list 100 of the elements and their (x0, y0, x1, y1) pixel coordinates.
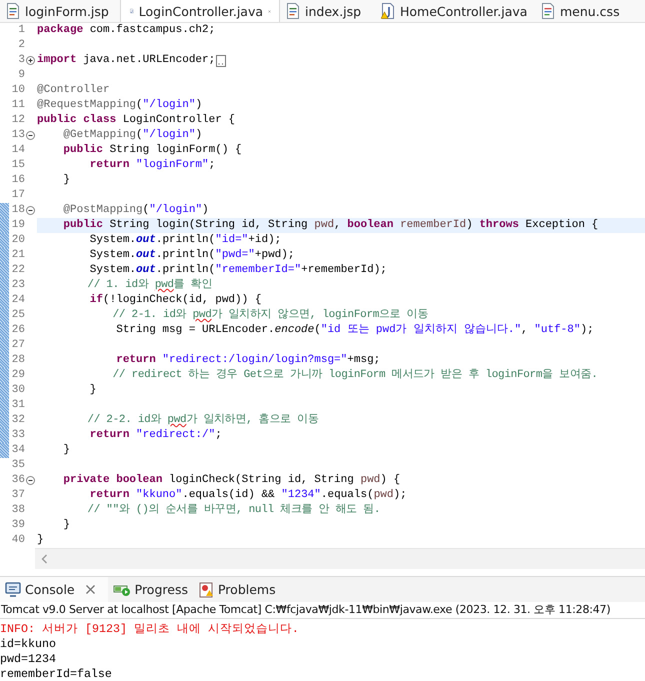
code-line: if(!loginCheck(id, pwd)) { (88, 293, 262, 308)
line-number: 38 (10, 503, 25, 518)
change-marker (0, 323, 9, 338)
line-number: 24 (10, 293, 25, 308)
line-number: 32 (10, 413, 25, 428)
line-number: 13 (10, 128, 25, 143)
line-number: 29 (10, 368, 25, 383)
code-line: // redirect 하는 경우 Get으로 가니까 loginForm 메서드가 받은 후 loginForm을 보여줌. (112, 368, 598, 383)
change-marker (0, 443, 9, 458)
change-marker (0, 233, 9, 248)
line-number: 26 (10, 323, 25, 338)
code-line: @GetMapping("/login") (62, 128, 202, 143)
code-line: } (62, 443, 70, 458)
close-icon[interactable] (84, 584, 96, 595)
code-line: return "kkuno".equals(id) && "1234".equals(pwd); (88, 488, 407, 503)
editor-tab[interactable]: LoginController.java (120, 0, 280, 22)
code-line: // 2-1. id와 pwd가 일치하지 않으면, loginForm으로 이동 (112, 308, 428, 323)
code-line: String msg = URLEncoder.encode("id 또는 pwd가 일치하지 않습니다.", "utf-8"); (115, 323, 594, 338)
change-marker (0, 248, 9, 263)
line-number: 10 (10, 83, 25, 98)
view-tab[interactable]: Problems (194, 577, 282, 602)
code-line: System.out.println("id="+id); (88, 233, 282, 248)
jsp-file-icon (6, 3, 20, 19)
line-number: 19 (10, 218, 25, 233)
line-number: 9 (17, 68, 25, 83)
collapse-icon[interactable] (26, 476, 35, 485)
line-number: 23 (10, 278, 25, 293)
console-line: rememberId=false (0, 667, 113, 681)
console-header: Tomcat v9.0 Server at localhost [Apache Tomcat] C:₩fcjava₩jdk-11₩bin₩javaw.exe (2023. 12. 31. 오후 11:28:47) (0, 602, 645, 619)
collapse-icon[interactable] (26, 206, 35, 215)
view-tab[interactable]: Progress (108, 577, 194, 602)
code-line: return "redirect:/login/login?msg="+msg; (115, 353, 380, 368)
line-number: 35 (10, 458, 25, 473)
line-number: 18 (10, 203, 25, 218)
change-marker (0, 338, 9, 353)
line-number: 11 (10, 98, 25, 113)
line-number: 30 (10, 383, 25, 398)
line-number: 25 (10, 308, 25, 323)
code-line: @PostMapping("/login") (62, 203, 209, 218)
change-marker (0, 308, 9, 323)
code-line: // 2-2. id와 pwd가 일치하면, 홈으로 이동 (86, 413, 319, 428)
code-line: return "redirect:/"; (88, 428, 222, 443)
scroll-left-icon[interactable] (41, 554, 48, 564)
code-line: private boolean loginCheck(String id, String pwd) { (62, 473, 400, 488)
code-line: return "loginForm"; (88, 158, 216, 173)
expand-icon[interactable] (26, 56, 35, 65)
change-marker (0, 203, 9, 218)
change-marker (0, 218, 9, 233)
line-number: 37 (10, 488, 25, 503)
line-number: 21 (10, 248, 25, 263)
problems-icon (198, 582, 214, 598)
line-number: 15 (10, 158, 25, 173)
line-number: 40 (10, 533, 25, 548)
java-file-icon (381, 3, 395, 19)
code-line: @RequestMapping("/login") (37, 98, 202, 113)
line-number: 2 (17, 38, 25, 53)
folded-code-icon[interactable] (216, 54, 226, 66)
change-marker (0, 368, 9, 383)
line-number: 1 (17, 23, 25, 38)
console-line: id=kkuno (0, 637, 57, 652)
change-marker (0, 293, 9, 308)
code-line: System.out.println("rememberId="+rememberId); (88, 263, 387, 278)
code-line: } (62, 173, 70, 188)
line-number: 14 (10, 143, 25, 158)
line-number: 17 (10, 188, 25, 203)
line-number: 39 (10, 518, 25, 533)
change-marker (0, 278, 9, 293)
console-line: INFO: 서버가 [9123] 밀리초 내에 시작되었습니다. (0, 622, 300, 637)
line-number: 27 (10, 338, 25, 353)
console-line: pwd=1234 (0, 652, 57, 667)
change-marker (0, 428, 9, 443)
editor-tab[interactable]: index.jsp (280, 0, 375, 22)
change-marker (0, 263, 9, 278)
line-number: 20 (10, 233, 25, 248)
line-number: 36 (10, 473, 25, 488)
code-line: // ""와 ()의 순서를 바꾸면, null 체크를 안 해도 됨. (86, 503, 380, 518)
line-number: 12 (10, 113, 25, 128)
code-line: public class LoginController { (37, 113, 236, 128)
css-file-icon (541, 3, 555, 19)
line-number: 28 (10, 353, 25, 368)
line-number: 3 (17, 53, 25, 68)
view-tab[interactable]: Console (0, 577, 108, 602)
editor-tab[interactable]: menu.css (535, 0, 645, 22)
code-line: import java.net.URLEncoder; (37, 53, 216, 68)
code-line: } (37, 533, 44, 548)
editor-tab[interactable]: HomeController.java (375, 0, 535, 22)
editor-tab[interactable]: loginForm.jsp (0, 0, 120, 22)
code-line: public String login(String id, String pwd, boolean rememberId) throws Exception { (62, 218, 598, 233)
code-line: @Controller (37, 83, 110, 98)
line-number: 22 (10, 263, 25, 278)
monitor-icon (5, 582, 21, 597)
code-line: System.out.println("pwd="+pwd); (88, 248, 294, 263)
code-line: // 1. id와 pwd를 확인 (86, 278, 212, 293)
line-number: 33 (10, 428, 25, 443)
collapse-icon[interactable] (26, 131, 35, 140)
horizontal-scrollbar[interactable] (35, 548, 645, 569)
change-marker (0, 398, 9, 413)
change-marker (0, 413, 9, 428)
change-marker (0, 383, 9, 398)
change-marker (0, 353, 9, 368)
